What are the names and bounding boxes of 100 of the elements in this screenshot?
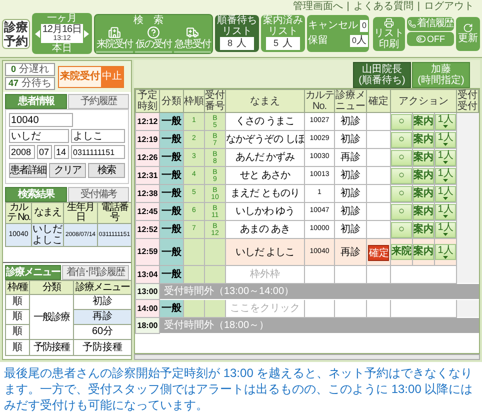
check-button[interactable]: ○ bbox=[391, 150, 412, 166]
column-header: 生年月日 bbox=[64, 202, 98, 224]
day-field[interactable]: 14 bbox=[54, 145, 69, 159]
print-button[interactable]: リスト印刷 bbox=[373, 16, 405, 50]
tab[interactable]: 患者情報 bbox=[5, 94, 66, 109]
range-label[interactable]: 一ヶ月 bbox=[47, 13, 77, 24]
check-button[interactable]: ○ bbox=[391, 222, 412, 238]
column-header: 電話番号 bbox=[98, 202, 132, 224]
tab[interactable]: 着信･問診履歴 bbox=[62, 265, 129, 280]
people-button[interactable]: 1人 bbox=[435, 186, 456, 202]
category-cell: 一般 bbox=[160, 220, 184, 238]
people-button[interactable]: 1人 bbox=[435, 150, 456, 166]
column-header: なまえ bbox=[226, 90, 304, 112]
month-field[interactable]: 07 bbox=[37, 145, 52, 159]
schedule-row[interactable]: 14:00 一般 ここをクリック bbox=[136, 300, 478, 318]
stop-button[interactable]: 中止 bbox=[101, 66, 123, 86]
confirm-button[interactable]: 確定 bbox=[368, 245, 389, 261]
menu-item[interactable]: 予防接種 bbox=[74, 340, 132, 356]
form-button[interactable]: 患者詳細 bbox=[9, 163, 47, 178]
guide-button[interactable]: 案内 bbox=[413, 168, 434, 184]
logo: 診療 予約 bbox=[2, 18, 30, 48]
form-button[interactable]: 検索 bbox=[88, 163, 125, 178]
caret-icon bbox=[443, 233, 448, 236]
guide-button[interactable]: 案内 bbox=[413, 132, 434, 148]
time-cell: 13:00 bbox=[136, 284, 160, 300]
menu-item[interactable]: 初診 bbox=[74, 294, 132, 310]
patient-id-field[interactable]: 10040 bbox=[9, 113, 73, 127]
guide-button[interactable]: 案内 bbox=[413, 204, 434, 220]
form-button[interactable]: クリア bbox=[49, 163, 86, 178]
category-cell: 一般 bbox=[160, 130, 184, 148]
cancel-label[interactable]: キャンセル bbox=[308, 20, 358, 32]
tab[interactable]: 検索結果 bbox=[5, 187, 66, 202]
category-cell: 一般 bbox=[160, 148, 184, 166]
check-button[interactable]: ○ bbox=[391, 132, 412, 148]
order-cell bbox=[184, 300, 204, 318]
action-button[interactable]: 急患受付 bbox=[174, 26, 211, 52]
history-button[interactable]: 着信履歴 bbox=[407, 16, 454, 30]
tab[interactable]: 予約履歴 bbox=[68, 94, 129, 109]
people-button[interactable]: 1人 bbox=[435, 168, 456, 184]
action-button[interactable]: 来院受付 bbox=[96, 26, 133, 52]
caret-icon bbox=[443, 215, 448, 218]
refresh-button[interactable]: 更新 bbox=[456, 16, 480, 50]
hold-label[interactable]: 保留 bbox=[308, 35, 328, 47]
caret-icon bbox=[443, 143, 448, 146]
phone-icon bbox=[408, 20, 416, 28]
guide-button[interactable]: 案内 bbox=[413, 244, 434, 260]
caption: 最後尾の患者さんの診察開始予定時刻が 13:00 を越えると、ネット予約はできなくなります。一方で、受付スタッフ側ではアラートは出るものの、このように 13:00 以降にはみだす受付けも可能になっています。 bbox=[3, 365, 474, 414]
year-field[interactable]: 2008 bbox=[9, 145, 35, 159]
check-button[interactable]: ○ bbox=[391, 168, 412, 184]
number-cell bbox=[204, 238, 226, 266]
caret-icon bbox=[443, 161, 448, 164]
time-cell: 12:31 bbox=[136, 166, 160, 184]
people-button[interactable]: 1人 bbox=[435, 244, 456, 260]
people-button[interactable]: 1人 bbox=[435, 222, 456, 238]
closed-band: 受付時間外（18:00～） bbox=[160, 318, 478, 334]
header-link[interactable]: 管理画面へ bbox=[292, 1, 343, 13]
doctor-tab[interactable]: 山田院長 (順番待ち) bbox=[353, 62, 411, 88]
column-header: 確定 bbox=[366, 90, 390, 112]
phone-field[interactable]: 0311111151 bbox=[71, 145, 125, 159]
tab[interactable]: 受付備考 bbox=[68, 187, 129, 202]
menu-item[interactable]: 再診 bbox=[74, 310, 132, 324]
check-button[interactable]: ○ bbox=[391, 114, 412, 130]
question-icon bbox=[147, 26, 160, 38]
last-name-text: いしだ bbox=[32, 224, 63, 235]
time-cell: 12:52 bbox=[136, 220, 160, 238]
today-button[interactable]: 本日 bbox=[52, 43, 72, 54]
caret-icon bbox=[443, 179, 448, 182]
caret-icon bbox=[443, 256, 448, 258]
schedule-row[interactable]: 13:04 一般 枠外枠 bbox=[136, 266, 478, 284]
tab[interactable]: 診療メニュー bbox=[5, 265, 62, 280]
time-cell: 12:26 bbox=[136, 148, 160, 166]
menu-item[interactable]: 60分 bbox=[74, 324, 132, 340]
off-toggle[interactable]: OFF bbox=[407, 32, 454, 46]
last-name-field[interactable]: いしだ bbox=[9, 129, 69, 143]
check-button[interactable]: ○ bbox=[391, 204, 412, 220]
category-cell: 一般 bbox=[160, 238, 184, 266]
time-cell: 12:38 bbox=[136, 184, 160, 202]
action-button[interactable]: 仮の受付 bbox=[135, 26, 172, 52]
people-button[interactable]: 1人 bbox=[435, 114, 456, 130]
people-button[interactable]: 1人 bbox=[435, 132, 456, 148]
doctor-tab[interactable]: 加藤 (時間指定) bbox=[412, 62, 470, 88]
guide-button[interactable]: 案内 bbox=[413, 186, 434, 202]
column-header: 枠順 bbox=[184, 90, 204, 112]
first-name-field[interactable]: よしこ bbox=[71, 129, 125, 143]
guide-button[interactable]: 案内 bbox=[413, 114, 434, 130]
list-panel[interactable]: 案内済みリスト 5 人 bbox=[261, 15, 305, 52]
column-header: 診療メニュー bbox=[334, 90, 366, 112]
list-panel[interactable]: 順番待ちリスト 8 人 bbox=[215, 15, 259, 52]
header-link[interactable]: よくある質問 bbox=[353, 1, 414, 13]
arrive-button[interactable]: 来院 bbox=[391, 244, 412, 260]
check-button[interactable]: ○ bbox=[391, 186, 412, 202]
guide-button[interactable]: 案内 bbox=[413, 150, 434, 166]
horizontal-scrollbar[interactable] bbox=[134, 354, 480, 360]
count-box: 0 bbox=[360, 20, 368, 32]
list-label: 順番待ちリスト bbox=[216, 15, 258, 37]
header-link[interactable]: ログアウト bbox=[424, 1, 474, 13]
guide-button[interactable]: 案内 bbox=[413, 222, 434, 238]
link-separator: | bbox=[346, 1, 350, 13]
people-button[interactable]: 1人 bbox=[435, 204, 456, 220]
count-box: 0人 bbox=[350, 35, 368, 47]
